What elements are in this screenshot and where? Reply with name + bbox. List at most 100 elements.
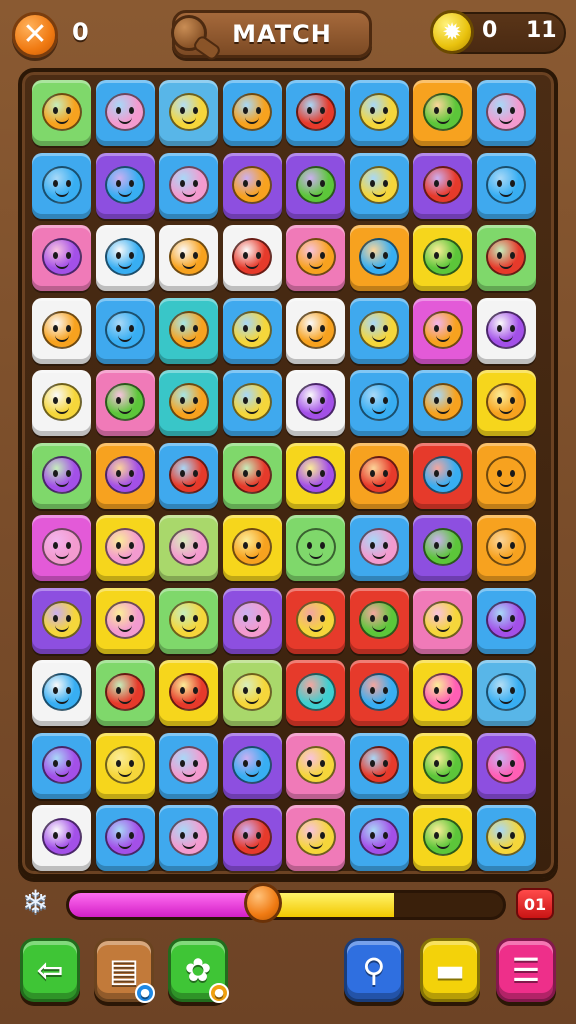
game-tile[interactable] (222, 587, 282, 654)
game-tile[interactable] (222, 370, 282, 436)
game-tile[interactable] (349, 805, 409, 871)
game-tile[interactable] (286, 515, 345, 581)
game-tile[interactable] (32, 442, 91, 509)
game-tile[interactable] (159, 80, 218, 146)
game-tile[interactable] (349, 225, 409, 291)
game-tile[interactable] (159, 370, 218, 436)
game-tile[interactable] (95, 732, 155, 799)
game-tile[interactable] (476, 805, 536, 871)
card-machine-icon: ▤ (108, 951, 140, 989)
game-tile[interactable] (32, 805, 91, 871)
game-tile[interactable] (413, 442, 472, 509)
game-tile[interactable] (222, 225, 282, 291)
game-tile[interactable] (413, 80, 472, 146)
game-tile[interactable] (95, 297, 155, 364)
game-tile[interactable] (286, 152, 345, 219)
game-tile[interactable] (413, 515, 472, 581)
game-tile[interactable] (286, 660, 345, 726)
game-tile[interactable] (286, 805, 345, 871)
game-tile[interactable] (476, 660, 536, 726)
menu-icon: ☰ (511, 951, 541, 989)
game-tile[interactable] (32, 732, 91, 799)
game-tile[interactable] (413, 805, 472, 871)
game-tile[interactable] (95, 587, 155, 654)
game-tile[interactable] (349, 660, 409, 726)
game-tile[interactable] (476, 152, 536, 219)
game-tile[interactable] (95, 80, 155, 146)
game-tile[interactable] (32, 587, 91, 654)
game-tile[interactable] (476, 80, 536, 146)
creature-icon (359, 673, 399, 711)
game-tile[interactable] (95, 515, 155, 581)
game-tile[interactable] (222, 442, 282, 509)
game-tile[interactable] (286, 732, 345, 799)
game-tile[interactable] (413, 660, 472, 726)
magnifier-button[interactable]: ⚲ (344, 938, 404, 1002)
close-button[interactable]: ✕ (12, 12, 58, 58)
game-tile[interactable] (159, 732, 218, 799)
creature-icon (41, 600, 82, 639)
game-tile[interactable] (413, 370, 472, 436)
game-tile[interactable] (159, 297, 218, 364)
game-tile[interactable] (349, 80, 409, 146)
game-tile[interactable] (32, 515, 91, 581)
game-tile[interactable] (222, 660, 282, 726)
game-tile[interactable] (222, 805, 282, 871)
game-tile[interactable] (349, 442, 409, 509)
game-tile[interactable] (413, 152, 472, 219)
game-tile[interactable] (349, 587, 409, 654)
game-tile[interactable] (159, 515, 218, 581)
game-tile[interactable] (286, 587, 345, 654)
game-tile[interactable] (32, 297, 91, 364)
game-tile[interactable] (159, 442, 218, 509)
game-tile[interactable] (413, 297, 472, 364)
game-tile[interactable] (159, 660, 218, 726)
gear-tile-button[interactable]: ✿ ● (168, 938, 229, 1003)
game-tile[interactable] (222, 152, 282, 219)
game-tile[interactable] (476, 297, 536, 364)
back-arrow-button[interactable]: ⇦ (20, 938, 80, 1002)
game-tile[interactable] (413, 587, 472, 654)
game-tile[interactable] (286, 442, 345, 509)
tools-button[interactable]: ▬ (420, 938, 480, 1002)
game-tile[interactable] (349, 370, 409, 436)
game-tile[interactable] (95, 805, 155, 871)
game-tile[interactable] (286, 297, 345, 364)
game-tile[interactable] (32, 225, 91, 291)
game-tile[interactable] (159, 805, 218, 871)
game-tile[interactable] (476, 515, 536, 581)
game-tile[interactable] (95, 370, 155, 436)
game-tile[interactable] (349, 732, 409, 799)
game-tile[interactable] (222, 732, 282, 799)
game-tile[interactable] (95, 152, 155, 219)
game-tile[interactable] (95, 660, 155, 726)
game-tile[interactable] (222, 515, 282, 581)
game-tile[interactable] (476, 587, 536, 654)
game-tile[interactable] (222, 297, 282, 364)
game-tile[interactable] (286, 370, 345, 436)
game-tile[interactable] (349, 515, 409, 581)
game-tile[interactable] (286, 225, 345, 291)
game-tile[interactable] (413, 732, 472, 799)
game-tile[interactable] (413, 225, 472, 291)
game-tile[interactable] (159, 587, 218, 654)
game-tile[interactable] (476, 370, 536, 436)
card-machine-button[interactable]: ▤ ● (94, 938, 155, 1003)
game-tile[interactable] (476, 732, 536, 799)
game-tile[interactable] (349, 297, 409, 364)
game-tile[interactable] (32, 80, 91, 146)
menu-button[interactable]: ☰ (496, 938, 556, 1002)
game-tile[interactable] (32, 660, 91, 726)
progress-knob[interactable] (244, 883, 282, 923)
game-tile[interactable] (286, 80, 345, 146)
game-tile[interactable] (159, 152, 218, 219)
game-tile[interactable] (159, 225, 218, 291)
game-tile[interactable] (476, 442, 536, 509)
game-tile[interactable] (32, 370, 91, 436)
game-tile[interactable] (222, 80, 282, 146)
game-tile[interactable] (476, 225, 536, 291)
game-tile[interactable] (95, 225, 155, 291)
game-tile[interactable] (349, 152, 409, 219)
game-tile[interactable] (95, 442, 155, 509)
game-tile[interactable] (32, 152, 91, 219)
